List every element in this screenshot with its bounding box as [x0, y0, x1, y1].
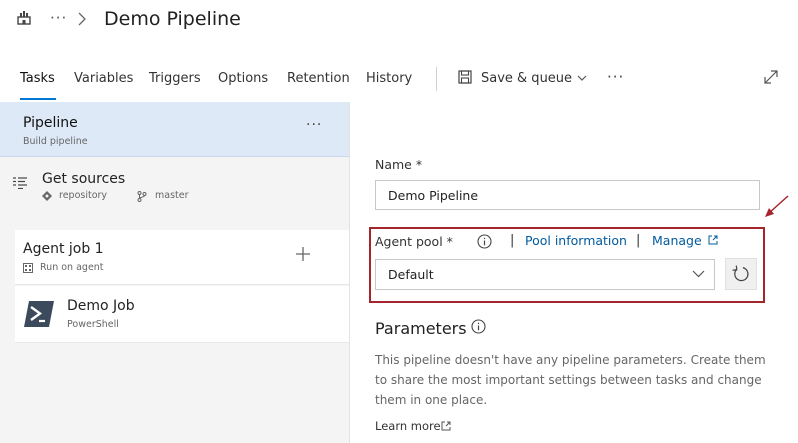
name-label: Name * — [375, 157, 423, 172]
add-task-icon[interactable] — [294, 245, 312, 263]
get-sources-title[interactable]: Get sources — [42, 171, 125, 187]
refresh-icon — [732, 265, 749, 282]
project-icon[interactable] — [17, 11, 31, 25]
parameters-heading: Parameters — [375, 319, 467, 338]
refresh-button[interactable] — [725, 258, 757, 290]
task-title: Demo Job — [67, 298, 135, 314]
active-tab-indicator — [20, 98, 56, 100]
save-queue-button[interactable]: Save & queue — [481, 71, 572, 86]
page-title: Demo Pipeline — [104, 8, 241, 30]
branch-icon — [137, 191, 147, 202]
tab-options[interactable]: Options — [218, 71, 268, 86]
parameters-description: This pipeline doesn't have any pipeline … — [375, 353, 766, 407]
toolbar-divider — [436, 67, 437, 91]
tab-tasks[interactable]: Tasks — [20, 71, 55, 86]
tab-retention[interactable]: Retention — [287, 71, 350, 86]
tab-triggers[interactable]: Triggers — [149, 71, 201, 86]
link-separator: | — [510, 233, 515, 248]
tab-variables[interactable]: Variables — [74, 71, 133, 86]
repository-name: repository — [59, 190, 108, 201]
pipeline-more-button[interactable]: ··· — [306, 117, 322, 133]
agent-pool-label: Agent pool * — [375, 234, 453, 249]
toolbar-more-button[interactable]: ··· — [607, 68, 624, 86]
annotation-arrow — [765, 195, 789, 217]
breadcrumb-chevron-icon — [78, 12, 86, 26]
expand-icon[interactable] — [763, 69, 779, 85]
agent-job-subtitle: Run on agent — [40, 262, 104, 273]
agent-pool-value: Default — [388, 267, 434, 282]
info-icon[interactable] — [471, 319, 486, 334]
pool-information-link[interactable]: Pool information — [525, 233, 627, 248]
pipeline-subtitle: Build pipeline — [23, 136, 88, 147]
info-icon[interactable] — [477, 234, 492, 249]
task-item[interactable] — [15, 286, 349, 343]
learn-more-link[interactable]: Learn more — [375, 419, 441, 433]
branch-name: master — [155, 190, 189, 201]
get-sources-icon — [13, 177, 27, 189]
task-subtitle: PowerShell — [67, 319, 119, 330]
chevron-down-icon[interactable] — [577, 74, 587, 82]
manage-link[interactable]: Manage — [652, 233, 702, 248]
pipeline-name-input[interactable] — [375, 180, 760, 210]
agent-icon — [23, 263, 33, 273]
save-icon[interactable] — [458, 70, 472, 84]
chevron-down-icon[interactable] — [692, 269, 705, 278]
agent-job-title: Agent job 1 — [23, 241, 104, 257]
pipeline-title: Pipeline — [23, 115, 78, 131]
breadcrumb-more-button[interactable]: ··· — [50, 9, 67, 27]
powershell-icon — [24, 301, 54, 327]
repository-icon — [42, 191, 52, 201]
link-separator: | — [636, 233, 641, 248]
external-link-icon[interactable] — [441, 421, 451, 431]
external-link-icon[interactable] — [708, 235, 718, 245]
tab-history[interactable]: History — [366, 71, 412, 86]
